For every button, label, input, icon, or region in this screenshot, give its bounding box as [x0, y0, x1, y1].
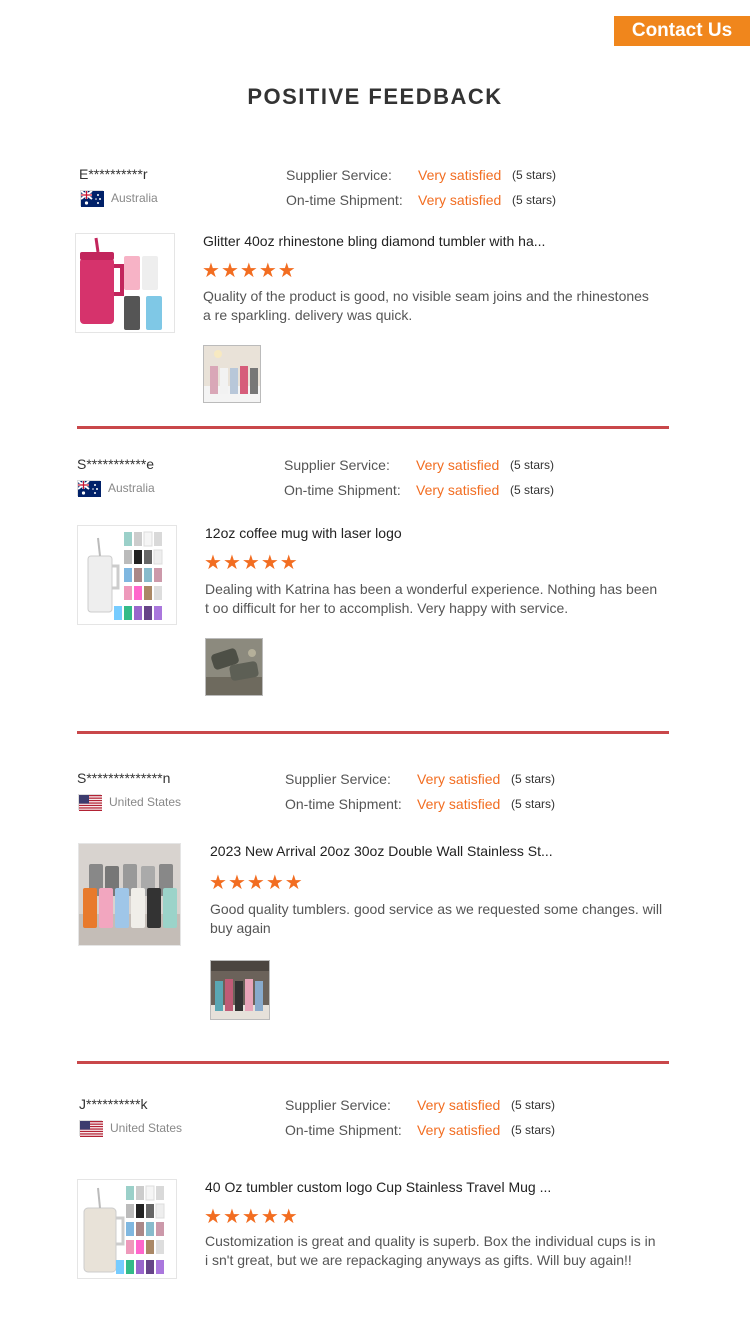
star-icon: ★ [222, 552, 241, 574]
supplier-service-label: Supplier Service: [285, 770, 391, 787]
reviewer-name: E**********r [79, 166, 148, 182]
page-title: POSITIVE FEEDBACK [247, 84, 503, 109]
shipment-label: On-time Shipment: [284, 481, 401, 498]
reviewer-name: S***********e [77, 456, 155, 472]
star-icon: ★ [260, 552, 279, 574]
star-rating: ★ ★ ★ ★ ★ [202, 261, 296, 281]
ratings-block: Supplier Service: Very satisfied (5 star… [284, 452, 574, 502]
star-icon: ★ [204, 552, 222, 574]
us-flag-icon [79, 1120, 103, 1137]
shipment-label: On-time Shipment: [285, 795, 402, 812]
shipment-stars: (5 stars) [512, 192, 557, 207]
product-title[interactable]: 12oz coffee mug with laser logo [205, 525, 402, 541]
review-divider [77, 731, 669, 734]
shipment-label: On-time Shipment: [286, 191, 403, 208]
supplier-service-label: Supplier Service: [284, 456, 390, 473]
review-comment: Good quality tumblers. good service as w… [210, 901, 663, 936]
shipment-label: On-time Shipment: [285, 1121, 402, 1138]
shipment-stars: (5 stars) [511, 796, 556, 811]
star-icon: ★ [241, 1206, 260, 1228]
country-label: Australia [108, 481, 155, 495]
product-title[interactable]: 2023 New Arrival 20oz 30oz Double Wall S… [210, 843, 553, 859]
supplier-service-stars: (5 stars) [512, 167, 557, 182]
product-image[interactable] [77, 525, 177, 625]
star-rating: ★ ★ ★ ★ ★ [209, 873, 303, 893]
star-icon: ★ [260, 1206, 279, 1228]
review-divider [77, 426, 669, 429]
product-title[interactable]: 40 Oz tumbler custom logo Cup Stainless … [205, 1179, 551, 1195]
star-icon: ★ [220, 260, 239, 282]
star-icon: ★ [246, 872, 265, 894]
star-icon: ★ [209, 872, 227, 894]
supplier-service-value: Very satisfied [418, 166, 502, 183]
review-divider [77, 1061, 669, 1064]
supplier-service-label: Supplier Service: [286, 166, 392, 183]
review-comment: Customization is great and quality is su… [205, 1233, 656, 1268]
reviewer-country: Australia [77, 480, 155, 497]
star-icon: ★ [204, 1206, 222, 1228]
review-photo[interactable] [210, 960, 270, 1020]
star-icon: ★ [222, 1206, 241, 1228]
star-icon: ★ [277, 260, 296, 282]
product-image[interactable] [78, 843, 181, 946]
review-comment: Dealing with Katrina has been a wonderfu… [205, 581, 658, 616]
country-label: United States [110, 1121, 183, 1135]
supplier-service-stars: (5 stars) [510, 457, 555, 472]
product-image[interactable] [77, 1179, 177, 1279]
contact-us-button[interactable]: Contact Us [614, 16, 750, 46]
review-comment: Quality of the product is good, no visib… [203, 288, 649, 323]
reviewer-name: S**************n [77, 770, 171, 786]
star-icon: ★ [284, 872, 303, 894]
supplier-service-label: Supplier Service: [285, 1096, 391, 1113]
supplier-service-value: Very satisfied [417, 770, 501, 787]
star-icon: ★ [279, 552, 298, 574]
ratings-block: Supplier Service: Very satisfied (5 star… [285, 1092, 575, 1142]
star-rating: ★ ★ ★ ★ ★ [204, 1207, 298, 1227]
ratings-block: Supplier Service: Very satisfied (5 star… [286, 162, 576, 212]
review-photo[interactable] [205, 638, 263, 696]
shipment-value: Very satisfied [418, 191, 502, 208]
star-icon: ★ [258, 260, 277, 282]
star-rating: ★ ★ ★ ★ ★ [204, 553, 298, 573]
star-icon: ★ [241, 552, 260, 574]
country-label: Australia [111, 191, 158, 205]
reviewer-name: J**********k [79, 1096, 148, 1112]
reviewer-country: Australia [80, 190, 158, 207]
reviewer-country: United States [79, 1120, 183, 1137]
us-flag-icon [78, 794, 102, 811]
supplier-service-value: Very satisfied [417, 1096, 501, 1113]
star-icon: ★ [202, 260, 220, 282]
reviewer-country: United States [78, 794, 182, 811]
supplier-service-value: Very satisfied [416, 456, 500, 473]
star-icon: ★ [227, 872, 246, 894]
star-icon: ★ [265, 872, 284, 894]
product-title[interactable]: Glitter 40oz rhinestone bling diamond tu… [203, 233, 545, 249]
shipment-value: Very satisfied [417, 795, 501, 812]
shipment-value: Very satisfied [417, 1121, 501, 1138]
product-image[interactable] [75, 233, 175, 333]
country-label: United States [109, 795, 182, 809]
star-icon: ★ [239, 260, 258, 282]
review-photo[interactable] [203, 345, 261, 403]
shipment-stars: (5 stars) [511, 1122, 556, 1137]
australia-flag-icon [77, 480, 101, 497]
ratings-block: Supplier Service: Very satisfied (5 star… [285, 766, 575, 816]
shipment-value: Very satisfied [416, 481, 500, 498]
supplier-service-stars: (5 stars) [511, 771, 556, 786]
shipment-stars: (5 stars) [510, 482, 555, 497]
supplier-service-stars: (5 stars) [511, 1097, 556, 1112]
star-icon: ★ [279, 1206, 298, 1228]
australia-flag-icon [80, 190, 104, 207]
